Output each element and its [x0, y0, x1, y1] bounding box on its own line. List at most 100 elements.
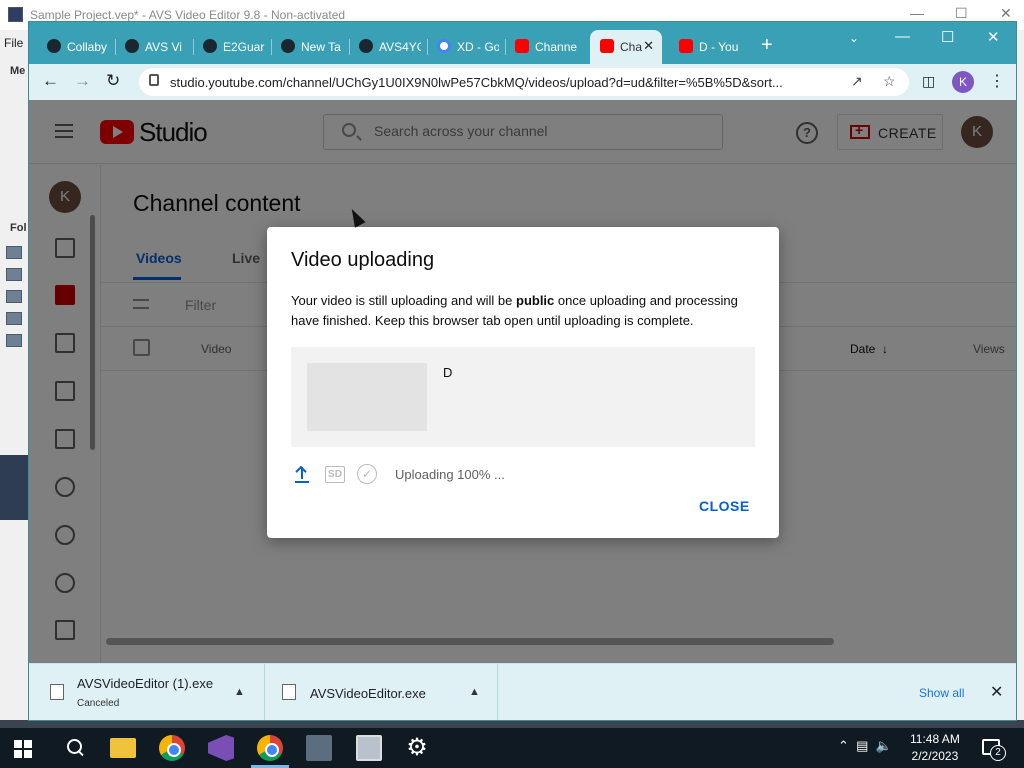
minimize-icon[interactable]: — — [910, 5, 924, 21]
installer-file-icon — [282, 684, 296, 700]
browser-tab[interactable]: E2Guar — [193, 30, 271, 64]
message-text: Your video is still uploading and will b… — [291, 293, 516, 308]
maximize-icon[interactable]: ☐ — [941, 28, 954, 46]
browser-tab[interactable]: XD - Go — [427, 30, 505, 64]
browser-tab[interactable]: Channe — [505, 30, 583, 64]
video-card: D — [291, 347, 755, 447]
youtube-icon — [515, 39, 529, 53]
notification-count: 2 — [990, 745, 1006, 761]
bookmark-star-icon[interactable]: ☆ — [883, 73, 896, 90]
windows-taskbar: ⚙ ⌃ ▤ 🔈 11:48 AM 2/2/2023 2 — [0, 728, 1024, 768]
browser-tab[interactable]: AVS4YO — [349, 30, 427, 64]
avs-folders-label: Fol — [10, 222, 27, 234]
visual-studio-icon[interactable] — [208, 735, 234, 761]
avs-preview-strip — [0, 455, 28, 520]
tab-close-icon[interactable]: ✕ — [643, 38, 654, 54]
sd-badge-icon: SD — [325, 466, 345, 483]
video-uploading-dialog: Video uploading Your video is still uplo… — [267, 227, 779, 538]
lock-icon[interactable] — [149, 74, 159, 86]
url-text[interactable]: studio.youtube.com/channel/UChGy1U0IX9N0… — [170, 75, 840, 90]
tab-label: Channe — [535, 40, 577, 54]
video-thumbnail — [307, 363, 427, 431]
clock-date: 2/2/2023 — [911, 749, 959, 763]
image-viewer-icon[interactable] — [356, 735, 382, 761]
check-circle-icon: ✓ — [357, 464, 377, 484]
avs-app-icon — [8, 7, 23, 22]
side-panel-icon[interactable]: ◫ — [922, 73, 935, 90]
browser-tab[interactable]: New Ta — [271, 30, 349, 64]
browser-tab-active[interactable]: Cha ✕ — [590, 30, 662, 64]
tab-label: New Ta — [301, 40, 341, 54]
tab-label: D - You — [699, 40, 739, 54]
chrome-window: Collaby AVS Vi E2Guar New Ta AVS4YO XD -… — [28, 21, 1017, 721]
close-icon[interactable]: ✕ — [987, 28, 1000, 46]
minimize-icon[interactable]: — — [895, 28, 910, 45]
forward-icon[interactable]: → — [74, 71, 91, 91]
back-icon[interactable]: ← — [42, 71, 59, 91]
folder-icon[interactable] — [6, 268, 22, 281]
tab-label: AVS4YO — [379, 40, 421, 54]
tab-label: Collaby — [67, 40, 108, 54]
download-filename: AVSVideoEditor (1).exe — [77, 676, 214, 691]
browser-tab[interactable]: Collaby — [37, 30, 115, 64]
avs-menu-me[interactable]: Me — [10, 65, 25, 77]
maximize-icon[interactable]: ☐ — [955, 5, 968, 22]
menu-dots-icon[interactable]: ⋮ — [989, 71, 1005, 91]
chevron-up-icon[interactable]: ▲ — [469, 686, 480, 698]
close-button[interactable]: CLOSE — [699, 498, 750, 514]
share-icon[interactable]: ↗ — [851, 73, 863, 90]
clock[interactable]: 11:48 AM 2/2/2023 — [910, 731, 960, 765]
windows-start-icon[interactable] — [14, 740, 32, 758]
tab-label: AVS Vi — [145, 40, 182, 54]
avs-timeline-strip — [0, 720, 1024, 728]
tab-label: E2Guar — [223, 40, 265, 54]
dialog-message: Your video is still uploading and will b… — [291, 291, 761, 331]
show-all-link[interactable]: Show all — [919, 686, 964, 700]
browser-tab[interactable]: D - You — [669, 30, 747, 64]
chrome-icon — [281, 39, 295, 53]
download-item[interactable]: AVSVideoEditor (1).exe Canceled ▲ — [29, 664, 265, 720]
download-status: Canceled — [77, 698, 120, 709]
folder-icon[interactable] — [6, 334, 22, 347]
youtube-icon — [679, 39, 693, 53]
download-item[interactable]: AVSVideoEditor.exe ▲ — [265, 664, 498, 720]
google-icon — [437, 39, 451, 53]
system-tray-icons[interactable]: ⌃ ▤ 🔈 — [838, 738, 892, 754]
number-icon — [359, 39, 373, 53]
new-tab-icon[interactable]: + — [761, 34, 773, 57]
menu-file[interactable]: File — [4, 36, 23, 50]
close-icon[interactable]: ✕ — [1000, 5, 1012, 22]
browser-tab[interactable]: AVS Vi — [115, 30, 193, 64]
avs-window-title: Sample Project.vep* - AVS Video Editor 9… — [30, 8, 346, 22]
chevron-up-icon[interactable]: ▲ — [234, 686, 245, 698]
folder-icon[interactable] — [6, 246, 22, 259]
downloads-bar: AVSVideoEditor (1).exe Canceled ▲ AVSVid… — [29, 663, 1016, 720]
file-explorer-icon[interactable] — [110, 738, 136, 758]
visibility-public: public — [516, 293, 555, 308]
tab-label: Cha — [620, 40, 642, 54]
exe-file-icon — [50, 684, 64, 700]
chrome-profile-icon[interactable] — [251, 735, 289, 768]
globe-icon — [125, 39, 139, 53]
avs-video-editor-icon[interactable] — [306, 735, 332, 761]
reload-icon[interactable]: ↻ — [106, 71, 120, 91]
dialog-title: Video uploading — [291, 249, 435, 271]
clock-time: 11:48 AM — [910, 732, 960, 746]
profile-avatar[interactable]: K — [952, 71, 974, 93]
folder-icon[interactable] — [6, 290, 22, 303]
tab-strip: Collaby AVS Vi E2Guar New Ta AVS4YO XD -… — [29, 22, 1016, 64]
close-icon[interactable]: ✕ — [990, 682, 1003, 702]
browser-toolbar: ← → ↻ studio.youtube.com/channel/UChGy1U… — [29, 64, 1016, 100]
globe-icon — [47, 39, 61, 53]
settings-gear-icon[interactable]: ⚙ — [404, 735, 430, 761]
upload-status: Uploading 100% ... — [395, 467, 505, 482]
tab-label: XD - Go — [457, 40, 499, 54]
tab-search-chevron-icon[interactable]: ⌄ — [849, 31, 859, 45]
globe-icon — [203, 39, 217, 53]
upload-icon — [295, 464, 309, 484]
search-icon[interactable] — [62, 735, 88, 761]
chrome-icon[interactable] — [159, 735, 185, 761]
address-bar[interactable]: studio.youtube.com/channel/UChGy1U0IX9N0… — [139, 68, 909, 96]
folder-icon[interactable] — [6, 312, 22, 325]
download-filename: AVSVideoEditor.exe — [310, 686, 426, 701]
